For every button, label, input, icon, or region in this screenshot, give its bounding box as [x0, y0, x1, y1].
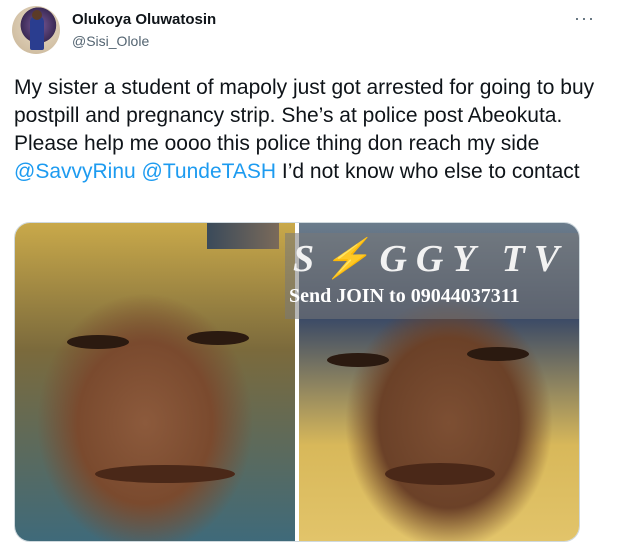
avatar-figure: [30, 16, 44, 50]
author-display-name[interactable]: Olukoya Oluwatosin: [72, 11, 216, 28]
avatar-head: [32, 10, 42, 20]
watermark-title: S⚡GGY TV: [293, 238, 569, 280]
eye-shape: [187, 331, 249, 345]
tweet-text-part: My sister a student of mapoly just got a…: [14, 76, 595, 155]
mention-link[interactable]: @TundeTASH: [142, 160, 277, 183]
more-options-icon[interactable]: ···: [574, 8, 595, 28]
mouth-shape: [95, 465, 235, 483]
eye-shape: [67, 335, 129, 349]
mention-link[interactable]: @SavvyRinu: [14, 160, 136, 183]
watermark-subtitle: Send JOIN to 09044037311: [289, 285, 520, 307]
tweet-media[interactable]: S⚡GGY TV Send JOIN to 09044037311: [14, 222, 580, 542]
media-photo-left[interactable]: [15, 223, 295, 541]
tweet-text: My sister a student of mapoly just got a…: [14, 74, 606, 186]
tweet-text-part: I’d not know who else to contact: [276, 160, 580, 183]
watermark-overlay: S⚡GGY TV Send JOIN to 09044037311: [285, 233, 579, 319]
author-handle[interactable]: @Sisi_Olole: [72, 33, 149, 49]
photo-inset-detail: [207, 223, 279, 249]
eye-shape: [466, 347, 529, 361]
eye-shape: [326, 353, 389, 367]
mouth-shape: [384, 463, 495, 485]
author-avatar[interactable]: [12, 6, 60, 54]
tweet-card[interactable]: Olukoya Oluwatosin @Sisi_Olole ··· My si…: [0, 0, 617, 553]
